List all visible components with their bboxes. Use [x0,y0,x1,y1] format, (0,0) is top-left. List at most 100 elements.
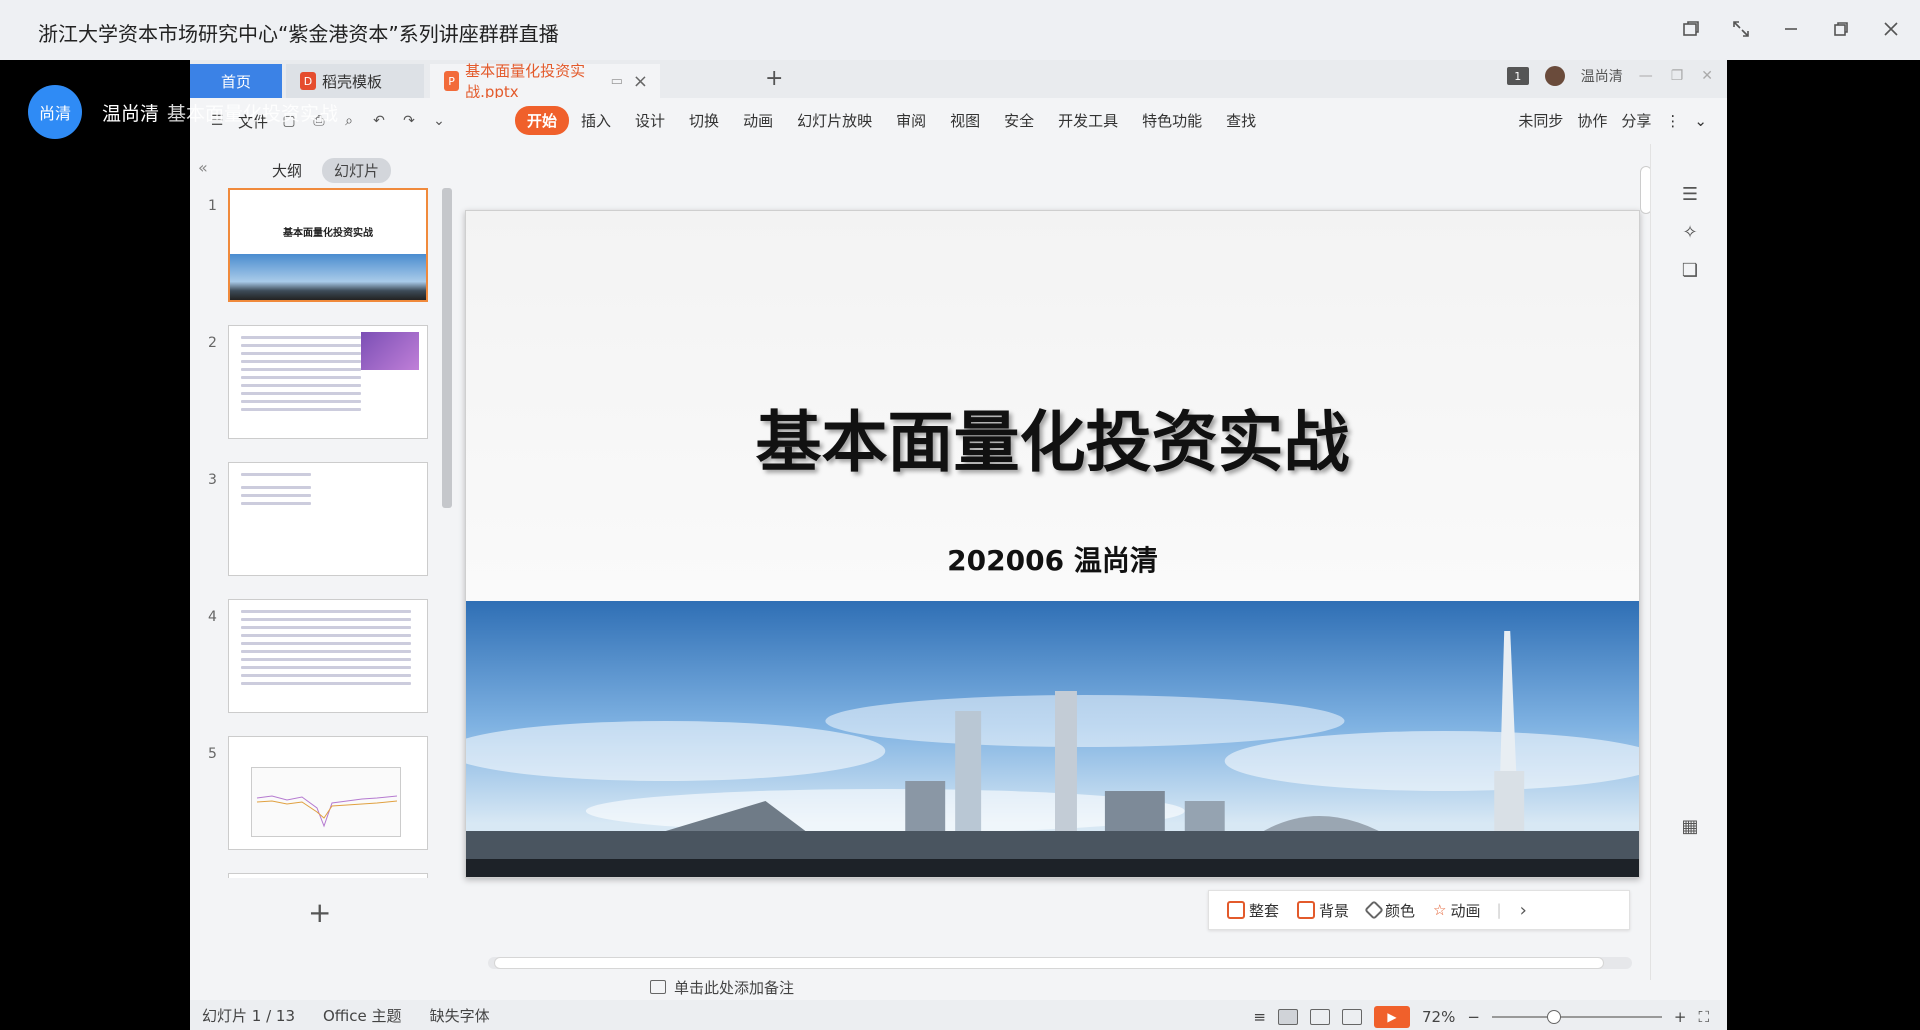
zoom-out-icon[interactable]: − [1467,1008,1480,1026]
fullscreen-icon[interactable] [1726,14,1756,44]
menu-developer[interactable]: 开发工具 [1046,106,1130,135]
minimize-icon[interactable] [1776,14,1806,44]
tab-document[interactable]: P 基本面量化投资实战.pptx ▭ × [430,62,660,101]
thumb-number: 4 [208,609,217,625]
collapse-ribbon-icon[interactable]: ⌄ [1694,112,1707,130]
suite-label: 整套 [1249,901,1280,920]
preview-icon[interactable]: ⌕ [340,112,358,130]
thumb-row: 2 [190,325,450,445]
slide-thumbnail[interactable] [228,873,428,878]
city-skyline-image[interactable] [466,601,1639,877]
zoom-level[interactable]: 72% [1422,1008,1455,1026]
menu-features[interactable]: 特色功能 [1130,106,1214,135]
magic-star-icon[interactable]: ✧ [1678,220,1702,244]
wps-restore-icon[interactable]: ❐ [1671,68,1684,84]
thumb-row: 1 基本面量化投资实战 [190,188,450,308]
slide-thumbnail[interactable] [228,599,428,713]
slide-thumbnail[interactable]: 基本面量化投资实战 [228,188,428,302]
add-slide-button[interactable]: + [308,896,331,929]
hscroll-thumb[interactable] [494,957,1604,969]
current-slide[interactable]: 基本面量化投资实战 202006 温尚清 [465,210,1640,878]
background-button[interactable]: 背景 [1297,900,1349,921]
wps-minimize-icon[interactable]: — [1639,68,1653,84]
user-name[interactable]: 温尚清 [1581,66,1623,86]
toolbar-divider: | [1496,901,1502,919]
slide-thumbnail[interactable] [228,462,428,576]
thumbs-scrollbar[interactable] [442,188,452,508]
more-dropdown-icon[interactable]: ⌄ [430,112,448,130]
slideshow-play-button[interactable]: ▶ [1373,1006,1410,1028]
horizontal-scrollbar[interactable] [480,954,1640,969]
properties-icon[interactable]: ☰ [1678,182,1702,206]
thumb-row: 6 [190,873,450,878]
share-button[interactable]: 分享 [1621,110,1651,131]
new-tab-button[interactable]: + [765,66,783,91]
paint-bucket-icon [1364,900,1384,920]
presenter-info: 尚清 温尚清 基本面量化投资实战 [28,85,338,139]
suite-button[interactable]: 整套 [1227,900,1279,921]
window-count-badge[interactable]: 1 [1506,67,1529,85]
menu-find[interactable]: 查找 [1214,106,1268,135]
zoom-knob[interactable] [1546,1010,1561,1024]
theme-name[interactable]: Office 主题 [323,1005,402,1026]
zoom-slider[interactable] [1491,1010,1662,1024]
normal-view-button[interactable] [1277,1009,1298,1025]
reading-view-button[interactable] [1341,1009,1362,1025]
user-avatar[interactable] [1544,66,1565,86]
thumb-text-lines [241,473,311,510]
popout-icon[interactable] [1676,14,1706,44]
color-button[interactable]: 颜色 [1364,900,1415,921]
undo-icon[interactable]: ↶ [370,112,388,130]
panel-view-tabs: 大纲 幻灯片 [260,158,392,183]
menu-insert[interactable]: 插入 [569,106,623,135]
zoom-in-icon[interactable]: + [1674,1008,1687,1026]
thumb-chart [251,767,401,837]
menu-view[interactable]: 视图 [938,106,992,135]
grid-view-icon[interactable]: ▦ [1678,814,1702,838]
animation-button[interactable]: ☆ 动画 [1433,900,1480,921]
thumb-text-lines [241,336,361,416]
menu-slideshow[interactable]: 幻灯片放映 [785,106,884,135]
fit-window-icon[interactable]: ⛶ [1698,1008,1709,1026]
thumb-photo [361,332,419,370]
notes-area[interactable]: 单击此处添加备注 [460,972,794,1002]
menu-animation[interactable]: 动画 [731,106,785,135]
presenter-name: 温尚清 [102,102,160,125]
sync-status[interactable]: 未同步 [1518,110,1563,131]
tab-close-icon[interactable]: × [633,71,648,92]
live-window-title: 浙江大学资本市场研究中心“紫金港资本”系列讲座群群直播 [38,22,559,46]
close-icon[interactable] [1876,14,1906,44]
slide-thumbnail[interactable] [228,736,428,850]
tab-outline[interactable]: 大纲 [260,158,314,183]
wps-close-icon[interactable]: ✕ [1701,68,1713,84]
slide-thumbnail[interactable] [228,325,428,439]
monitor-icon[interactable]: ▭ [611,74,623,89]
tab-slides[interactable]: 幻灯片 [322,158,392,183]
presenter-avatar[interactable]: 尚清 [28,85,82,139]
menu-security[interactable]: 安全 [992,106,1046,135]
menu-review[interactable]: 审阅 [884,106,938,135]
menu-start[interactable]: 开始 [515,106,570,135]
background-label: 背景 [1319,901,1350,920]
thumb-row: 5 [190,736,450,856]
more-options-icon[interactable]: ⋮ [1665,112,1680,130]
slide-counter: 幻灯片 1 / 13 [202,1006,295,1025]
redo-icon[interactable]: ↷ [400,112,418,130]
layers-icon[interactable]: ❏ [1678,258,1702,282]
collapse-panel-icon[interactable]: « [198,158,208,177]
collaborate-button[interactable]: 协作 [1577,110,1607,131]
restore-icon[interactable] [1826,14,1856,44]
slide-canvas: 基本面量化投资实战 202006 温尚清 整套 背景 颜色 ☆ 动画 | › [460,144,1652,980]
menu-transition[interactable]: 切换 [677,106,731,135]
missing-font[interactable]: 缺失字体 [430,1005,490,1026]
slide-subtitle[interactable]: 202006 温尚清 [466,539,1639,579]
thumb-number: 5 [208,746,217,762]
chevron-right-icon[interactable]: › [1520,900,1527,921]
menu-design[interactable]: 设计 [623,106,677,135]
sorter-view-button[interactable] [1309,1009,1330,1025]
slide-title[interactable]: 基本面量化投资实战 [466,389,1639,485]
notes-toggle-icon[interactable]: ≡ [1253,1008,1266,1026]
ribbon-right: 未同步 协作 分享 ⋮ ⌄ [1518,110,1707,131]
thumb-number: 1 [208,198,217,214]
ribbon: ☰ 文件 ▢ ⎙ ⌕ ↶ ↷ ⌄ 开始 插入 设计 切换 动画 幻灯片放映 审阅… [190,98,1727,144]
